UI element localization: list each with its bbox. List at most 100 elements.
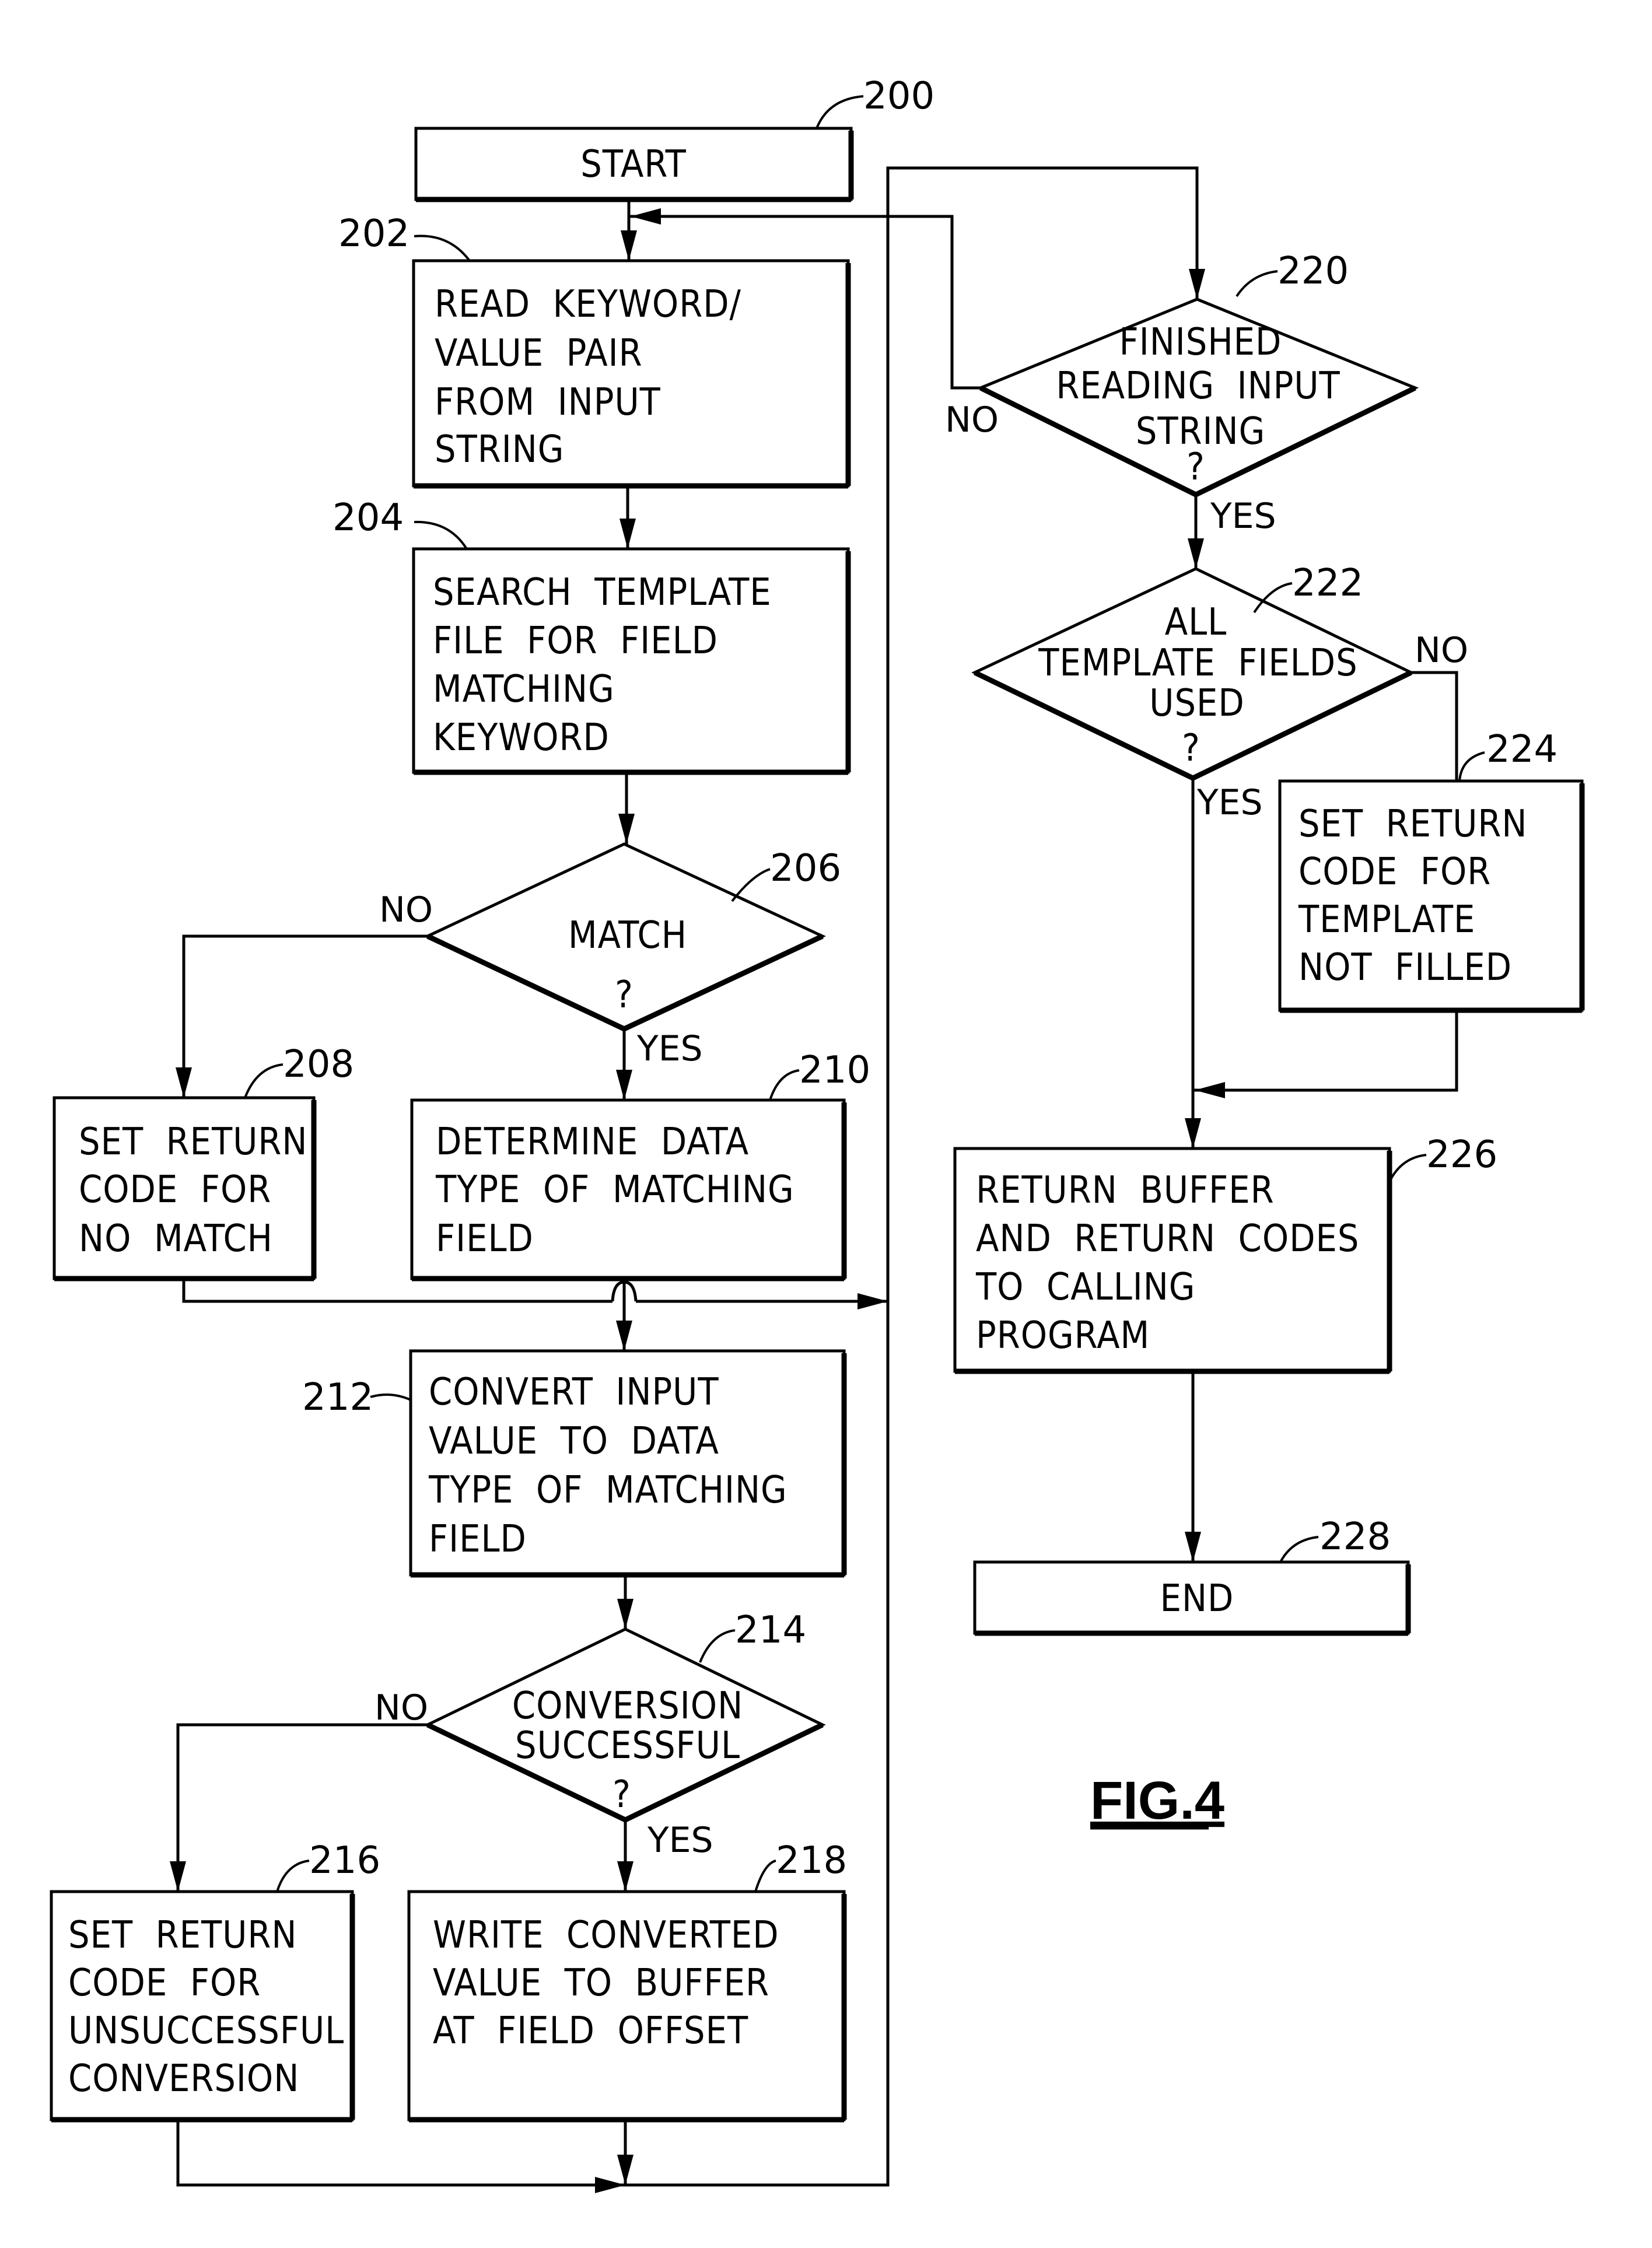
- branch-label-222-no: NO: [1415, 630, 1468, 671]
- ref-label-200: 200: [863, 75, 935, 118]
- arrowhead: [618, 814, 635, 844]
- node-text: NO MATCH: [79, 1217, 273, 1260]
- node-210-determine-type: DETERMINE DATA TYPE OF MATCHING FIELD: [410, 1098, 847, 1281]
- node-228-end: END: [973, 1560, 1411, 1636]
- node-text: RETURN BUFFER: [976, 1169, 1275, 1212]
- arrowhead: [617, 1861, 634, 1892]
- arrowhead: [617, 2155, 634, 2185]
- ref-label-228: 228: [1320, 1515, 1391, 1559]
- figure-caption: FIG.4: [1090, 1771, 1224, 1830]
- node-text: ?: [1186, 446, 1205, 489]
- node-200-start: START: [414, 127, 854, 202]
- node-text: CODE FOR: [1298, 850, 1491, 894]
- branch-label-206-no: NO: [379, 890, 433, 930]
- node-text: ?: [615, 974, 634, 1017]
- node-text: CODE FOR: [79, 1168, 271, 1211]
- node-text: SUCCESSFUL: [515, 1724, 740, 1767]
- node-224-template-not-filled: SET RETURN CODE FOR TEMPLATE NOT FILLED: [1278, 779, 1585, 1013]
- flowchart-fig4: START READ KEYWORD/ VALUE PAIR FROM INPU…: [50, 75, 1585, 2193]
- node-text: CONVERSION: [512, 1685, 743, 1728]
- node-text: CONVERSION: [68, 2057, 299, 2100]
- node-text: FIELD: [429, 1518, 527, 1561]
- arrowhead: [621, 230, 637, 261]
- arrowhead: [631, 208, 661, 225]
- ref-label-216: 216: [309, 1839, 380, 1882]
- edge-224-merge: [1193, 1010, 1458, 1092]
- ref-label-224: 224: [1486, 728, 1558, 771]
- edge-222-224: [1411, 671, 1458, 781]
- node-text: KEYWORD: [433, 716, 610, 759]
- node-text: CODE FOR: [68, 1962, 261, 2005]
- node-text: ?: [612, 1773, 631, 1816]
- node-text: ?: [1182, 727, 1200, 770]
- arrowhead: [617, 1599, 634, 1629]
- node-text: NOT FILLED: [1298, 946, 1512, 989]
- node-text: WRITE CONVERTED: [433, 1914, 779, 1957]
- arrowhead: [620, 519, 636, 549]
- node-text: SET RETURN: [79, 1121, 307, 1164]
- node-218-write-converted: WRITE CONVERTED VALUE TO BUFFER AT FIELD…: [407, 1890, 847, 2123]
- node-text: UNSUCCESSFUL: [68, 2009, 344, 2053]
- node-text: END: [1160, 1577, 1234, 1620]
- branch-label-220-no: NO: [945, 400, 999, 440]
- node-text: STRING: [435, 428, 564, 471]
- node-text: READ KEYWORD/: [435, 283, 741, 326]
- edge-214-216: [176, 1723, 428, 1892]
- node-text: READING INPUT: [1056, 365, 1340, 408]
- node-text: VALUE TO BUFFER: [433, 1962, 769, 2005]
- ref-label-204: 204: [332, 496, 404, 540]
- branch-label-214-no: NO: [374, 1687, 428, 1728]
- node-text: TYPE OF MATCHING: [428, 1469, 788, 1512]
- node-text: USED: [1149, 682, 1244, 725]
- ref-label-210: 210: [799, 1049, 870, 1092]
- ref-label-202: 202: [338, 212, 410, 255]
- ref-label-226: 226: [1426, 1133, 1497, 1176]
- node-204-search-template: SEARCH TEMPLATE FILE FOR FIELD MATCHING …: [412, 547, 851, 775]
- node-text: CONVERT INPUT: [429, 1371, 719, 1414]
- node-text: FIELD: [436, 1217, 534, 1260]
- branch-label-220-yes: YES: [1210, 496, 1276, 537]
- arrowhead: [1189, 269, 1205, 299]
- node-208-no-match: SET RETURN CODE FOR NO MATCH: [52, 1096, 317, 1281]
- node-212-convert-input: CONVERT INPUT VALUE TO DATA TYPE OF MATC…: [409, 1349, 847, 1578]
- arrowhead: [1185, 1532, 1201, 1562]
- arrowhead: [595, 2177, 625, 2193]
- node-text: SEARCH TEMPLATE: [433, 571, 772, 614]
- arrowhead: [1185, 1118, 1201, 1148]
- arrowhead: [1188, 538, 1204, 569]
- node-text: DETERMINE DATA: [436, 1121, 749, 1164]
- node-text: TO CALLING: [975, 1266, 1195, 1309]
- node-text: SET RETURN: [1298, 803, 1527, 846]
- node-text: TYPE OF MATCHING: [435, 1168, 794, 1211]
- arrowhead: [616, 1070, 632, 1100]
- ref-label-222: 222: [1292, 562, 1363, 605]
- node-202-read-keyword: READ KEYWORD/ VALUE PAIR FROM INPUT STRI…: [412, 259, 851, 489]
- node-text: SET RETURN: [68, 1914, 297, 1957]
- edge-216-merge: [176, 2120, 625, 2187]
- ref-label-208: 208: [283, 1043, 354, 1086]
- node-220-finished-reading-decision: FINISHED READING INPUT STRING ?: [977, 297, 1419, 498]
- node-text: VALUE TO DATA: [429, 1420, 719, 1463]
- ref-label-212: 212: [302, 1376, 373, 1419]
- node-216-unsuccessful: SET RETURN CODE FOR UNSUCCESSFUL CONVERS…: [50, 1890, 355, 2123]
- node-text: ALL: [1165, 601, 1227, 644]
- node-text: VALUE PAIR: [435, 332, 643, 375]
- arrowhead: [1195, 1082, 1225, 1098]
- arrowhead: [616, 1321, 632, 1351]
- ref-label-214: 214: [735, 1609, 806, 1652]
- arrowhead: [858, 1293, 888, 1309]
- node-text: TEMPLATE: [1298, 898, 1475, 941]
- node-text: AT FIELD OFFSET: [433, 2009, 748, 2053]
- node-text: PROGRAM: [976, 1314, 1150, 1357]
- node-text: FROM INPUT: [435, 381, 661, 424]
- node-214-conversion-decision: CONVERSION SUCCESSFUL ?: [424, 1627, 826, 1823]
- ref-label-206: 206: [770, 847, 841, 890]
- ref-label-220: 220: [1278, 250, 1349, 293]
- node-text: FILE FOR FIELD: [433, 619, 718, 663]
- arrowhead: [170, 1861, 186, 1892]
- branch-label-222-yes: YES: [1196, 782, 1263, 823]
- node-text: MATCHING: [433, 668, 615, 711]
- node-text: MATCH: [568, 914, 687, 957]
- node-text: TEMPLATE FIELDS: [1038, 642, 1357, 685]
- branch-label-214-yes: YES: [647, 1820, 713, 1861]
